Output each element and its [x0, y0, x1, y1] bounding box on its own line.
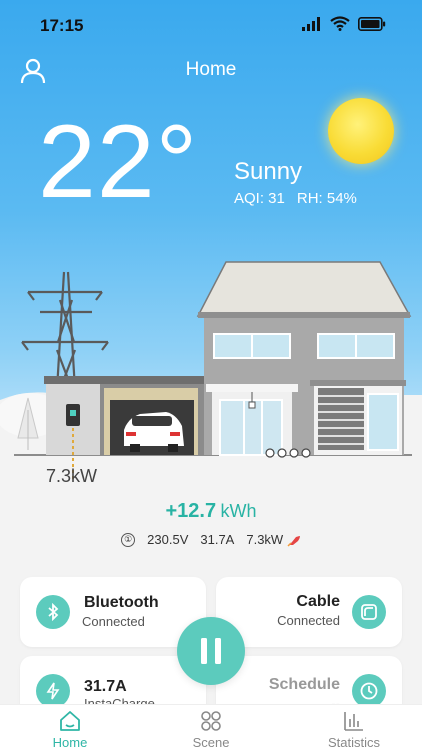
wifi-icon	[330, 16, 350, 31]
tab-home-label: Home	[52, 735, 88, 750]
sun-icon	[328, 98, 394, 164]
power-reading: 7.3kW	[246, 532, 300, 547]
clock-icon	[352, 674, 386, 708]
pause-icon	[201, 638, 221, 664]
session-energy: +12.7 kWh	[0, 500, 422, 523]
cable-title: Cable	[296, 593, 340, 610]
instacharge-current: 31.7A	[84, 678, 127, 695]
schedule-title: Schedule	[268, 676, 340, 693]
tab-statistics-label: Statistics	[327, 735, 380, 750]
rh-value: RH: 54%	[296, 190, 357, 207]
plug-icon	[352, 595, 386, 629]
tab-scene-label: Scene	[192, 735, 230, 750]
temperature-reading: 22°	[38, 104, 199, 220]
signal-icon	[302, 16, 320, 31]
home-screen: 17:15 Home 22° Sunny AQI: 31 RH: 54% 7.3…	[0, 0, 422, 750]
cable-status: Connected	[277, 613, 340, 628]
home-icon	[60, 711, 80, 731]
status-bar: 17:15	[0, 0, 422, 48]
voltage-reading: 230.5V	[147, 532, 189, 547]
status-icons	[302, 16, 386, 31]
house-scene-illustration	[0, 261, 422, 490]
bluetooth-icon	[36, 595, 70, 629]
page-title: Home	[185, 59, 237, 80]
power-reading-value: 7.3kW	[246, 532, 284, 547]
info-icon[interactable]: ①	[121, 532, 136, 547]
tab-scene[interactable]: Scene	[161, 705, 261, 750]
bluetooth-status: Connected	[82, 614, 145, 629]
rocket-icon	[287, 535, 300, 547]
air-quality-humidity: AQI: 31 RH: 54%	[234, 190, 357, 207]
scene-grid-icon	[201, 711, 221, 731]
car-icon	[124, 412, 184, 452]
tab-statistics[interactable]: Statistics	[304, 705, 404, 750]
cable-card[interactable]: Cable Connected	[216, 577, 402, 647]
pause-charging-button[interactable]	[177, 617, 245, 685]
bluetooth-card[interactable]: Bluetooth Connected	[20, 577, 206, 647]
charger-power-label: 7.3kW	[46, 466, 98, 486]
energy-value: +12.7	[165, 500, 217, 522]
status-time: 17:15	[40, 16, 84, 35]
weather-condition: Sunny	[234, 158, 303, 185]
session-readings: ① 230.5V 31.7A 7.3kW	[0, 532, 422, 547]
current-reading: 31.7A	[200, 532, 235, 547]
energy-unit: kWh	[220, 501, 257, 521]
lightning-icon	[36, 674, 70, 708]
bottom-tab-bar: Home Scene Statistics	[0, 704, 422, 750]
tab-home[interactable]: Home	[20, 705, 120, 750]
aqi-value: AQI: 31	[234, 190, 285, 207]
bluetooth-title: Bluetooth	[84, 594, 159, 611]
battery-icon	[358, 16, 386, 31]
bar-chart-icon	[344, 712, 363, 731]
